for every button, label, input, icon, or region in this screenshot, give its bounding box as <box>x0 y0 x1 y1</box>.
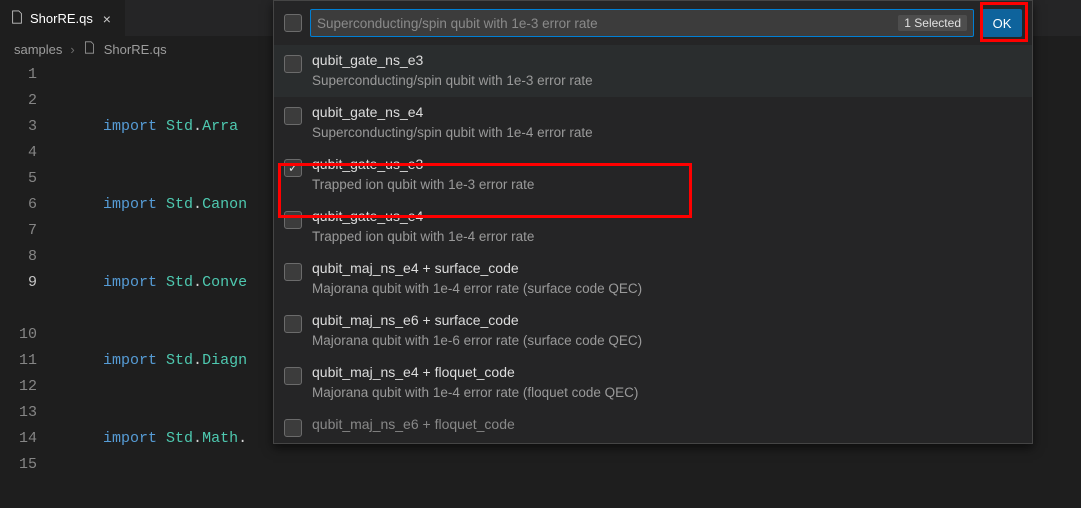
list-item[interactable]: qubit_gate_ns_e3 Superconducting/spin qu… <box>274 45 1032 97</box>
tab-filename: ShorRE.qs <box>30 11 93 26</box>
list-item[interactable]: qubit_maj_ns_e4 + floquet_code Majorana … <box>274 357 1032 409</box>
tab-shorre[interactable]: ShorRE.qs × <box>0 0 125 36</box>
close-icon[interactable]: × <box>99 11 115 27</box>
file-icon <box>10 10 24 27</box>
item-checkbox[interactable] <box>284 107 302 125</box>
quickpick-header: 1 Selected OK <box>274 1 1032 45</box>
quickpick-input[interactable] <box>317 16 892 31</box>
quickpick-input-wrap: 1 Selected <box>310 9 974 37</box>
item-checkbox[interactable] <box>284 315 302 333</box>
item-checkbox[interactable] <box>284 419 302 437</box>
breadcrumb-folder[interactable]: samples <box>14 42 62 57</box>
list-item[interactable]: qubit_gate_ns_e4 Superconducting/spin qu… <box>274 97 1032 149</box>
quickpick-list: qubit_gate_ns_e3 Superconducting/spin qu… <box>274 45 1032 443</box>
item-checkbox[interactable] <box>284 263 302 281</box>
item-checkbox[interactable] <box>284 55 302 73</box>
list-item[interactable]: ✓ qubit_gate_us_e3 Trapped ion qubit wit… <box>274 149 1032 201</box>
chevron-right-icon: › <box>70 42 74 57</box>
file-icon <box>83 41 96 57</box>
list-item[interactable]: qubit_maj_ns_e6 + floquet_code <box>274 409 1032 443</box>
list-item[interactable]: qubit_maj_ns_e6 + surface_code Majorana … <box>274 305 1032 357</box>
select-all-checkbox[interactable] <box>284 14 302 32</box>
item-checkbox[interactable] <box>284 367 302 385</box>
list-item[interactable]: qubit_maj_ns_e4 + surface_code Majorana … <box>274 253 1032 305</box>
selected-count-badge: 1 Selected <box>898 15 967 31</box>
item-checkbox[interactable] <box>284 211 302 229</box>
quickpick-panel: 1 Selected OK qubit_gate_ns_e3 Supercond… <box>273 0 1033 444</box>
ok-button[interactable]: OK <box>982 9 1022 37</box>
line-gutter: 1 2 3 4 5 6 7 8 9 10 11 12 13 14 15 <box>0 62 55 508</box>
item-checkbox[interactable]: ✓ <box>284 159 302 177</box>
list-item[interactable]: qubit_gate_us_e4 Trapped ion qubit with … <box>274 201 1032 253</box>
breadcrumb-file[interactable]: ShorRE.qs <box>104 42 167 57</box>
